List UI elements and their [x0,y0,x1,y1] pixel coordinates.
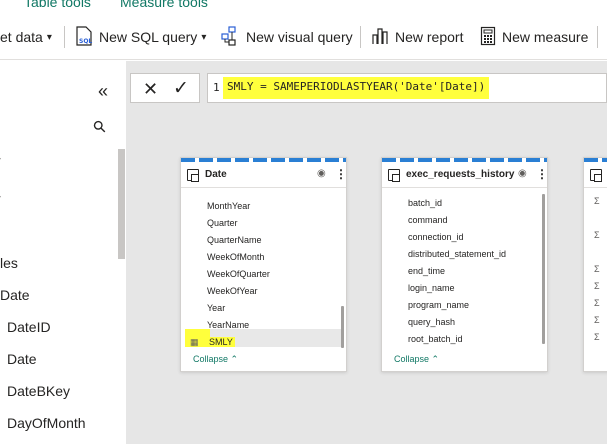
field-item[interactable]: connection_id [408,232,464,242]
new-report-label: New report [395,29,464,45]
field-item[interactable]: program_name [408,300,469,310]
field-item[interactable]: Quarter [207,218,238,228]
table-card-header[interactable]: exec_requests_history ◉ ⋮ [382,162,548,188]
tab-measure-tools[interactable]: Measure tools [120,0,208,10]
ribbon-divider [360,26,361,48]
table-card-header[interactable] [584,162,607,188]
ribbon: et data ▾ SQL New SQL query ▾ New visual… [0,14,607,60]
collapse-link[interactable]: Collapse ⌃ [394,354,439,365]
visibility-icon[interactable]: ◉ [518,168,527,179]
field-item[interactable]: end_time [408,266,445,276]
tree-chevron-icon[interactable]: › [0,191,1,201]
tree-item-dayofmonth[interactable]: DayOfMonth [7,415,86,431]
new-report-button[interactable]: New report [371,24,463,50]
card-scrollbar[interactable] [341,306,344,348]
search-icon[interactable]: ⚲ [89,116,111,138]
table-title: exec_requests_history [406,169,515,180]
table-card-partial[interactable]: Σ Σ Σ Σ Σ Σ Σ [583,157,607,372]
cancel-icon[interactable]: ✕ [143,79,158,100]
sigma-icon: Σ [594,264,600,274]
new-sql-query-label: New SQL query [99,29,198,45]
tree-item-datebkey[interactable]: DateBKey [7,383,70,399]
ribbon-divider [64,26,65,48]
table-card-header[interactable]: Date ◉ ⋮ [181,162,347,188]
tree-item[interactable]: les [0,255,18,271]
field-item[interactable]: root_batch_id [408,334,463,344]
more-options-icon[interactable]: ⋮ [335,167,347,181]
sigma-icon: Σ [594,230,600,240]
table-card-date[interactable]: Date ◉ ⋮ MonthYear Quarter QuarterName W… [180,157,347,372]
report-icon [371,26,389,49]
table-icon [388,169,400,182]
new-visual-query-label: New visual query [246,29,353,45]
field-item[interactable]: batch_id [408,198,442,208]
measure-icon: ▦ [190,337,199,347]
tree-chevron-icon[interactable]: › [0,153,1,163]
visibility-icon[interactable]: ◉ [317,168,326,179]
field-item[interactable]: YearName [207,320,249,330]
field-item[interactable]: command [408,215,448,225]
new-visual-query-button[interactable]: New visual query [220,24,353,50]
tree-item-dateid[interactable]: DateID [7,319,51,335]
field-item[interactable]: distributed_statement_id [408,249,506,259]
new-sql-query-button[interactable]: SQL New SQL query ▾ [75,24,206,50]
sigma-icon: Σ [594,281,600,291]
collapse-link[interactable]: Collapse ⌃ [193,354,238,365]
field-item[interactable]: query_hash [408,317,455,327]
new-measure-label: New measure [502,29,589,45]
field-item[interactable]: WeekOfYear [207,286,258,296]
field-item[interactable]: WeekOfMonth [207,252,264,262]
sigma-icon: Σ [594,298,600,308]
collapse-pane-icon[interactable]: « [98,81,108,102]
field-item[interactable]: MonthYear [207,201,250,211]
line-number: 1 [213,81,220,94]
chevron-down-icon: ▾ [46,31,52,43]
field-item[interactable]: login_name [408,283,455,293]
tree-item-date-table[interactable]: Date [0,287,30,303]
data-pane: « ⚲ › › les Date DateID Date DateBKey Da… [0,61,126,444]
svg-text:SQL: SQL [79,38,92,45]
sigma-icon: Σ [594,196,600,206]
tab-table-tools[interactable]: Table tools [24,0,91,10]
sigma-icon: Σ [594,315,600,325]
get-data-button[interactable]: et data ▾ [0,24,52,50]
chevron-down-icon: ▾ [201,31,207,43]
card-scrollbar[interactable] [542,194,545,344]
table-icon [590,169,602,182]
field-item-smly[interactable]: SMLY [207,337,235,347]
formula-input[interactable]: 1 SMLY = SAMEPERIODLASTYEAR('Date'[Date]… [207,73,607,103]
sql-query-icon: SQL [75,25,93,49]
tree-item-date[interactable]: Date [7,351,37,367]
new-measure-button[interactable]: New measure [480,24,588,50]
field-item[interactable]: QuarterName [207,235,262,245]
field-item[interactable]: Year [207,303,225,313]
table-card-exec-requests-history[interactable]: exec_requests_history ◉ ⋮ batch_id comma… [381,157,548,372]
visual-query-icon [220,25,240,49]
more-options-icon[interactable]: ⋮ [536,167,548,181]
field-item[interactable]: WeekOfQuarter [207,269,270,279]
ribbon-tab-strip: Table tools Measure tools [0,0,607,14]
formula-buttons: ✕ ✓ [130,73,200,103]
ribbon-divider [597,26,598,48]
commit-icon[interactable]: ✓ [173,77,189,100]
pane-scrollbar[interactable] [118,149,125,259]
table-title: Date [205,169,227,180]
get-data-label: et data [0,29,43,45]
calculator-icon [480,26,496,49]
sigma-icon: Σ [594,332,600,342]
dax-expression[interactable]: SMLY = SAMEPERIODLASTYEAR('Date'[Date]) [223,77,490,99]
table-icon [187,169,199,182]
formula-bar: ✕ ✓ 1 SMLY = SAMEPERIODLASTYEAR('Date'[D… [130,73,607,103]
